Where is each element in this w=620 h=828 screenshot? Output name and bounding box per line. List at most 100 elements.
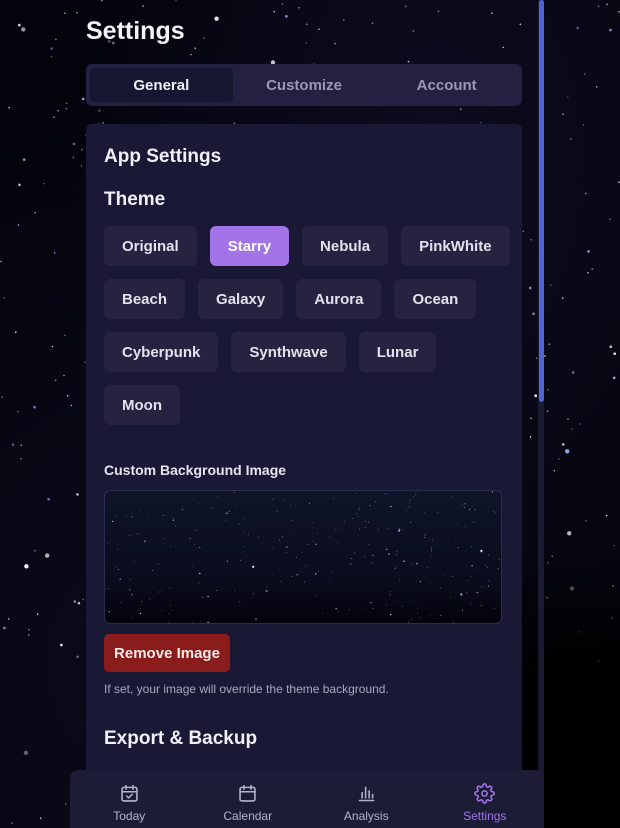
star bbox=[285, 552, 287, 553]
star bbox=[141, 601, 143, 603]
star bbox=[290, 533, 292, 535]
star bbox=[410, 522, 411, 523]
star bbox=[319, 506, 321, 507]
nav-analysis[interactable]: Analysis bbox=[307, 770, 426, 828]
star bbox=[276, 511, 278, 512]
star bbox=[199, 546, 201, 549]
star bbox=[65, 107, 68, 110]
star bbox=[8, 106, 10, 109]
star bbox=[131, 617, 133, 619]
star bbox=[207, 595, 209, 598]
star bbox=[488, 580, 490, 582]
star bbox=[430, 582, 432, 584]
star bbox=[401, 529, 403, 530]
star bbox=[421, 565, 423, 567]
star bbox=[390, 613, 392, 616]
star bbox=[547, 388, 549, 391]
theme-option-ocean[interactable]: Ocean bbox=[394, 279, 477, 319]
remove-image-button[interactable]: Remove Image bbox=[104, 634, 230, 672]
star bbox=[53, 252, 56, 254]
star bbox=[33, 405, 36, 409]
star bbox=[431, 546, 433, 548]
tab-general[interactable]: General bbox=[90, 68, 233, 102]
star bbox=[28, 634, 30, 636]
star bbox=[64, 12, 66, 14]
star bbox=[358, 509, 360, 511]
star bbox=[429, 614, 431, 616]
star bbox=[20, 457, 22, 460]
nav-calendar[interactable]: Calendar bbox=[189, 770, 308, 828]
star bbox=[296, 574, 298, 576]
star bbox=[551, 555, 553, 558]
star bbox=[120, 602, 121, 604]
star bbox=[394, 567, 397, 569]
star bbox=[595, 86, 598, 88]
theme-option-aurora[interactable]: Aurora bbox=[296, 279, 382, 319]
theme-option-moon[interactable]: Moon bbox=[104, 385, 180, 425]
star bbox=[370, 601, 372, 604]
star bbox=[411, 564, 412, 565]
star bbox=[530, 238, 533, 241]
star bbox=[464, 503, 466, 505]
star bbox=[17, 410, 19, 413]
star bbox=[424, 537, 426, 538]
star bbox=[207, 621, 210, 623]
theme-option-synthwave[interactable]: Synthwave bbox=[231, 332, 346, 372]
star bbox=[487, 567, 489, 569]
theme-option-cyberpunk[interactable]: Cyberpunk bbox=[104, 332, 219, 372]
star bbox=[469, 508, 471, 511]
theme-option-beach[interactable]: Beach bbox=[104, 279, 186, 319]
star bbox=[198, 582, 200, 584]
star bbox=[398, 529, 401, 532]
star bbox=[367, 521, 369, 523]
star bbox=[409, 502, 411, 504]
star bbox=[172, 519, 175, 522]
tab-customize[interactable]: Customize bbox=[233, 68, 376, 102]
star bbox=[352, 518, 354, 519]
tab-account[interactable]: Account bbox=[375, 68, 518, 102]
star bbox=[479, 538, 481, 539]
page-title: Settings bbox=[86, 17, 185, 45]
star bbox=[609, 28, 612, 32]
star bbox=[163, 537, 165, 539]
nav-today[interactable]: Today bbox=[70, 770, 189, 828]
star bbox=[377, 529, 379, 531]
star bbox=[194, 544, 196, 546]
star bbox=[258, 536, 260, 538]
star bbox=[229, 511, 230, 512]
theme-option-pinkwhite[interactable]: PinkWhite bbox=[401, 226, 510, 266]
star bbox=[129, 534, 131, 536]
star bbox=[316, 532, 318, 534]
star bbox=[279, 539, 280, 541]
scrollbar-thumb[interactable] bbox=[539, 0, 544, 402]
star bbox=[408, 506, 410, 508]
star bbox=[55, 38, 57, 41]
star bbox=[567, 418, 569, 420]
star bbox=[372, 554, 374, 557]
preview-stars-layer bbox=[105, 491, 501, 623]
star bbox=[460, 593, 463, 596]
bar-chart-icon bbox=[358, 786, 375, 802]
theme-option-starry[interactable]: Starry bbox=[209, 226, 290, 266]
star bbox=[77, 601, 81, 605]
theme-option-original[interactable]: Original bbox=[104, 226, 197, 266]
star bbox=[437, 10, 440, 12]
star bbox=[139, 510, 141, 511]
star bbox=[426, 567, 428, 568]
star bbox=[265, 589, 268, 592]
calendar-icon bbox=[239, 784, 256, 802]
star bbox=[474, 509, 476, 510]
star bbox=[355, 513, 357, 514]
star bbox=[15, 331, 17, 333]
star bbox=[369, 505, 371, 507]
star bbox=[354, 552, 356, 554]
export-backup-heading: Export & Backup bbox=[104, 728, 258, 749]
theme-option-galaxy[interactable]: Galaxy bbox=[198, 279, 284, 319]
star bbox=[301, 552, 303, 553]
star bbox=[214, 16, 219, 21]
star bbox=[424, 534, 426, 536]
star bbox=[430, 554, 432, 556]
nav-settings[interactable]: Settings bbox=[426, 770, 545, 828]
theme-option-lunar[interactable]: Lunar bbox=[358, 332, 437, 372]
theme-option-nebula[interactable]: Nebula bbox=[302, 226, 389, 266]
